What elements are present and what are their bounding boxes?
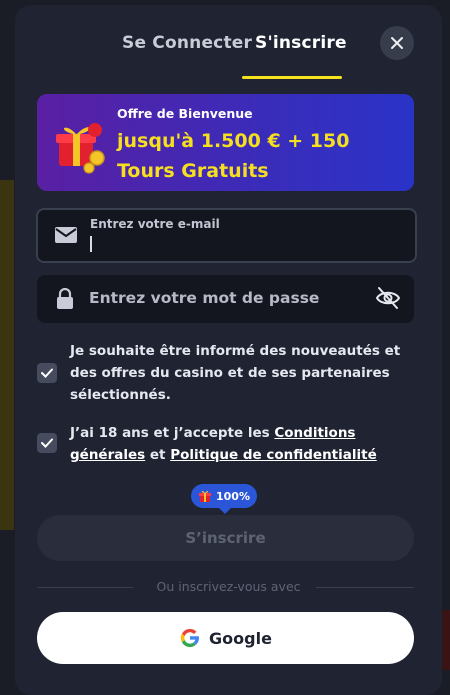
tab-login[interactable]: Se Connecter: [122, 33, 252, 53]
terms-consent-text: J’ai 18 ans et j’accepte les Conditions …: [70, 422, 420, 466]
background-decoration: [442, 610, 450, 670]
terms-prefix: J’ai 18 ans et j’accepte les: [70, 425, 270, 441]
eye-off-icon[interactable]: [375, 285, 401, 311]
terms-checkbox[interactable]: [37, 433, 57, 453]
signup-modal: Se Connecter S'inscrire Offre de Bienven…: [15, 5, 442, 695]
close-icon: [391, 37, 403, 49]
progress-label: 100%: [216, 489, 250, 503]
auth-tabs: Se Connecter S'inscrire: [15, 5, 442, 80]
gift-icon: [56, 123, 105, 174]
welcome-offer-banner: Offre de Bienvenue jusqu'à 1.500 € + 150…: [37, 94, 414, 191]
google-signup-button[interactable]: Google: [37, 612, 414, 664]
background-decoration: [0, 180, 14, 530]
check-icon: [41, 438, 53, 448]
email-field[interactable]: Entrez votre e-mail: [36, 208, 417, 263]
password-field[interactable]: Entrez votre mot de passe: [37, 275, 414, 323]
newsletter-consent-text: Je souhaite être informé des nouveautés …: [70, 343, 401, 403]
text-caret: [90, 236, 92, 252]
offer-subtitle: Offre de Bienvenue: [117, 106, 253, 121]
mail-icon: [55, 227, 77, 243]
password-placeholder: Entrez votre mot de passe: [89, 289, 320, 307]
tab-signup[interactable]: S'inscrire: [255, 33, 347, 53]
offer-title: jusqu'à 1.500 € + 150 Tours Gratuits: [117, 130, 350, 182]
email-label: Entrez votre e-mail: [90, 217, 220, 231]
terms-conjunction: et: [149, 447, 166, 463]
progress-badge: 100%: [191, 484, 257, 514]
divider-line-right: [316, 587, 414, 588]
lock-icon: [57, 288, 73, 309]
active-tab-indicator: [242, 76, 342, 79]
google-icon: [180, 628, 200, 648]
privacy-link[interactable]: Politique de confidentialité: [170, 447, 377, 463]
check-icon: [41, 368, 53, 378]
close-button[interactable]: [380, 26, 414, 60]
signup-submit-button[interactable]: S’inscrire: [37, 515, 414, 561]
newsletter-checkbox[interactable]: [37, 363, 57, 383]
gift-icon: [199, 490, 211, 502]
google-label: Google: [209, 628, 272, 648]
